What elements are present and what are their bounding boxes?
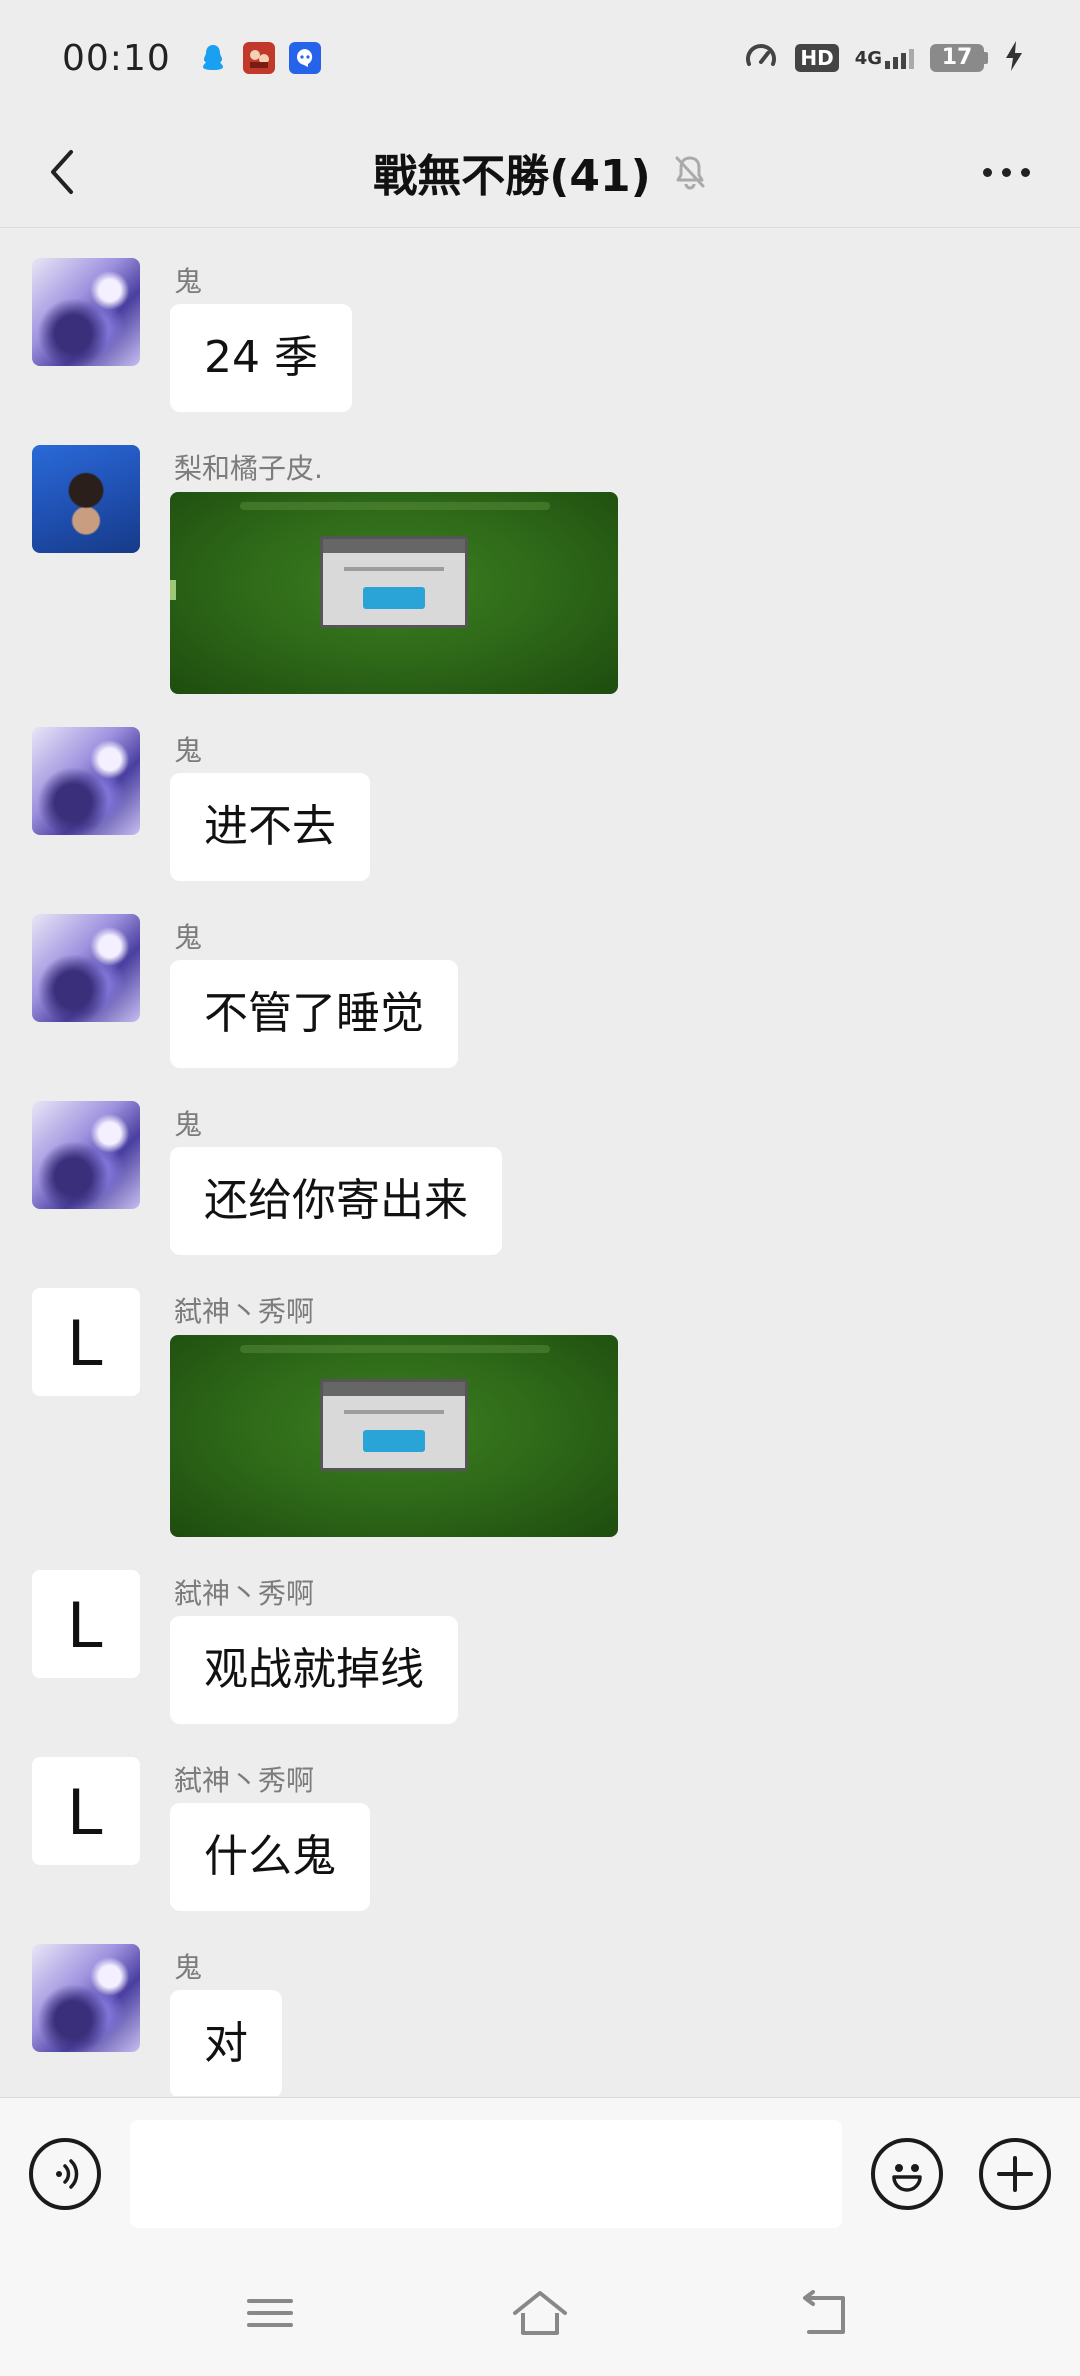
hd-badge: HD	[795, 44, 839, 72]
home-button[interactable]	[508, 2281, 572, 2345]
avatar[interactable]	[32, 727, 140, 835]
message-bubble[interactable]: 进不去	[170, 773, 370, 881]
avatar[interactable]: L	[32, 1570, 140, 1678]
back-button[interactable]	[30, 140, 94, 204]
avatar-letter: L	[67, 1305, 105, 1379]
voice-icon	[56, 2159, 79, 2189]
avatar[interactable]	[32, 914, 140, 1022]
sender-name: 弑神丶秀啊	[174, 1764, 315, 1797]
screenshot-dialog	[320, 536, 468, 628]
avatar[interactable]	[32, 1944, 140, 2052]
sender-name: 鬼	[174, 921, 203, 954]
emoji-button[interactable]	[871, 2138, 943, 2210]
chat-notification-icon	[288, 42, 321, 74]
sender-name: 弑神丶秀啊	[174, 1295, 315, 1328]
emoji-icon	[892, 2164, 922, 2192]
qq-notification-icon	[197, 42, 229, 74]
signal-icon: 4G	[855, 48, 914, 69]
image-message[interactable]	[170, 1335, 618, 1537]
sender-name: 弑神丶秀啊	[174, 1577, 315, 1610]
battery-level: 17	[930, 44, 984, 72]
chat-header: 戰無不勝(41)	[0, 116, 1080, 228]
network-type-label: 4G	[854, 47, 882, 69]
input-bar	[0, 2097, 1080, 2247]
system-back-button[interactable]	[792, 2281, 856, 2345]
menu-button[interactable]	[238, 2281, 302, 2345]
avatar[interactable]	[32, 258, 140, 366]
message-list[interactable]: 鬼 24 季 梨和橘子皮. 鬼 进不去 鬼 不管了睡觉 鬼 还给你寄出来 L 弑	[0, 229, 1080, 2096]
bell-off-icon	[673, 154, 707, 190]
charging-icon	[1004, 40, 1024, 76]
image-message[interactable]	[170, 492, 618, 694]
home-icon	[513, 2291, 567, 2335]
game-notification-icon	[242, 42, 275, 74]
return-icon	[803, 2290, 845, 2334]
battery-icon: 17	[930, 44, 988, 72]
message-input[interactable]	[130, 2120, 842, 2228]
sender-name: 鬼	[174, 1108, 203, 1141]
plus-button[interactable]	[979, 2138, 1051, 2210]
sender-name: 鬼	[174, 1951, 203, 1984]
chat-title: 戰無不勝(41)	[373, 150, 651, 202]
message-bubble[interactable]: 24 季	[170, 304, 352, 412]
screenshot-dialog	[320, 1379, 468, 1471]
status-bar: 00:10 HD 4G 17	[0, 0, 1080, 116]
avatar-letter: L	[67, 1587, 105, 1661]
sender-name: 鬼	[174, 265, 203, 298]
avatar[interactable]	[32, 445, 140, 553]
chevron-left-icon	[51, 150, 73, 194]
system-navigation-bar	[0, 2247, 1080, 2376]
message-bubble[interactable]: 什么鬼	[170, 1803, 370, 1911]
message-bubble[interactable]: 对	[170, 1990, 282, 2096]
avatar[interactable]	[32, 1101, 140, 1209]
status-indicators: HD 4G 17	[743, 38, 1024, 78]
message-bubble[interactable]: 观战就掉线	[170, 1616, 458, 1724]
avatar[interactable]: L	[32, 1288, 140, 1396]
plus-icon	[997, 2156, 1033, 2192]
more-dots-icon	[982, 167, 992, 177]
message-bubble[interactable]: 还给你寄出来	[170, 1147, 502, 1255]
sender-name: 梨和橘子皮.	[174, 452, 323, 485]
avatar-letter: L	[67, 1774, 105, 1848]
more-options-button[interactable]	[968, 140, 1044, 204]
voice-button[interactable]	[29, 2138, 101, 2210]
sender-name: 鬼	[174, 734, 203, 767]
avatar[interactable]: L	[32, 1757, 140, 1865]
menu-icon	[247, 2299, 293, 2327]
status-time: 00:10	[62, 37, 171, 79]
message-bubble[interactable]: 不管了睡觉	[170, 960, 458, 1068]
speedometer-icon	[743, 38, 779, 78]
